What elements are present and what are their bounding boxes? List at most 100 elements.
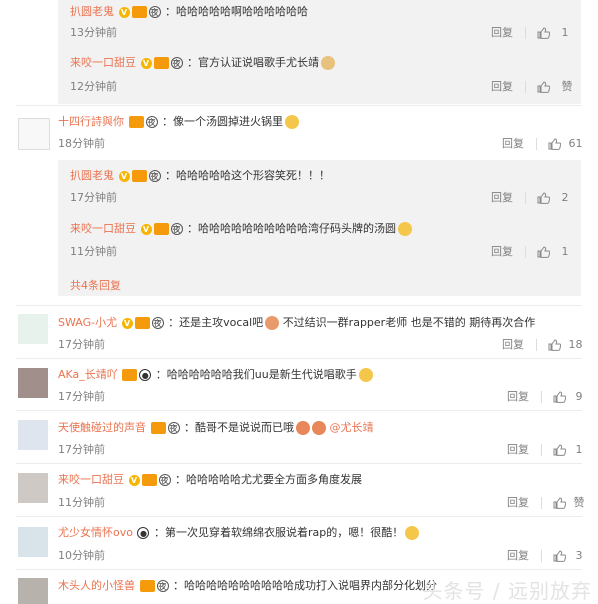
reply-button[interactable]: 回复 [491, 191, 513, 205]
thumb-up-icon [553, 444, 566, 456]
cute-emoji-icon [358, 368, 373, 382]
fan-badge-icon [153, 57, 169, 69]
night-badge-icon: 夜 [156, 580, 169, 592]
fan-badge-icon [150, 422, 166, 434]
verified-icon: V [140, 224, 152, 235]
night-badge-icon: 夜 [158, 474, 171, 486]
comment-text-cont: 不过结识一群rapper老师 也是不错的 期待再次合作 [282, 316, 536, 329]
username[interactable]: AKa_长靖吖 [58, 368, 118, 381]
verified-icon: V [121, 318, 133, 329]
username[interactable]: 扒圆老鬼 [70, 5, 114, 18]
thumb-up-icon [548, 339, 561, 351]
fan-badge-icon [134, 317, 150, 329]
like-button[interactable]: 1 [553, 443, 583, 457]
verified-icon: V [118, 171, 130, 182]
comment-line: 来咬一口甜豆 V 夜 ：哈哈哈哈哈尤尤要全方面多角度发展 [58, 472, 362, 488]
avatar[interactable] [18, 578, 48, 604]
like-count: 1 [561, 26, 569, 39]
reply-button[interactable]: 回复 [491, 80, 513, 94]
mention-link[interactable]: @尤长靖 [330, 421, 374, 434]
divider [16, 305, 582, 306]
thumb-up-icon [553, 550, 566, 562]
reply-button[interactable]: 回复 [507, 496, 529, 510]
fan-badge-icon [153, 223, 169, 235]
username[interactable]: 木头人的小怪兽 [58, 579, 135, 592]
username[interactable]: SWAG-小尤 [58, 316, 117, 329]
reply-line: 来咬一口甜豆 V 夜 ：官方认证说唱歌手尤长靖 [70, 55, 335, 71]
reply-button[interactable]: 回复 [507, 549, 529, 563]
like-button[interactable]: 9 [553, 390, 583, 404]
like-button[interactable]: 2 [537, 191, 569, 205]
reply-text: ：哈哈哈哈哈这个形容笑死！！！ [165, 169, 330, 182]
like-count: 61 [568, 137, 583, 150]
username[interactable]: 天使触碰过的声音 [58, 421, 146, 434]
fan-badge-icon [141, 474, 157, 486]
reply-button[interactable]: 回复 [491, 26, 513, 40]
comment-text: ：哈哈哈哈哈尤尤要全方面多角度发展 [175, 473, 362, 486]
like-button[interactable]: 18 [548, 338, 583, 352]
reply-line: 来咬一口甜豆 V 夜 ：哈哈哈哈哈哈哈哈哈哈湾仔码头牌的汤圆 [70, 221, 412, 237]
divider [16, 569, 582, 570]
fan-badge-icon [122, 369, 138, 381]
avatar[interactable] [18, 118, 50, 150]
reply-button[interactable]: 回复 [507, 443, 529, 457]
reply-text: ：官方认证说唱歌手尤长靖 [187, 56, 319, 69]
divider [541, 497, 542, 509]
night-badge-icon: 夜 [170, 57, 183, 69]
like-button[interactable]: 1 [537, 26, 569, 40]
like-count: 1 [575, 443, 583, 456]
like-count: 9 [575, 390, 583, 403]
avatar[interactable] [18, 527, 48, 557]
comment-text: ：哈哈哈哈哈哈哈哈哈哈成功打入说唱界内部分化划分 [173, 579, 437, 592]
comment-line: SWAG-小尤 V 夜 ：还是主攻vocal吧 不过结识一群rapper老师 也是… [58, 315, 535, 331]
reply-button[interactable]: 回复 [491, 245, 513, 259]
night-badge-icon: 夜 [148, 170, 161, 182]
like-button[interactable]: 3 [553, 549, 583, 563]
comment-text: ：哈哈哈哈哈哈我们uu是新生代说唱歌手 [155, 368, 357, 381]
timestamp: 17分钟前 [58, 390, 105, 403]
thumb-up-icon [553, 391, 566, 403]
avatar[interactable] [18, 314, 48, 344]
sticker-icon [312, 421, 326, 435]
like-button[interactable]: 赞 [537, 80, 573, 94]
more-replies-link[interactable]: 共4条回复 [70, 277, 121, 293]
reply-button[interactable]: 回复 [507, 390, 529, 404]
divider [525, 246, 526, 258]
night-badge-icon: 夜 [167, 422, 180, 434]
fan-badge-icon [131, 6, 147, 18]
username[interactable]: 来咬一口甜豆 [70, 56, 136, 69]
like-count: 赞 [561, 80, 573, 93]
divider [16, 516, 582, 517]
panda-icon: ● [137, 527, 150, 539]
like-button[interactable]: 61 [548, 137, 583, 151]
avatar[interactable] [18, 420, 48, 450]
username[interactable]: 来咬一口甜豆 [70, 222, 136, 235]
username[interactable]: 十四行詩與你 [58, 115, 124, 128]
divider [541, 444, 542, 456]
timestamp: 17分钟前 [70, 191, 117, 204]
panda-icon: ● [139, 369, 152, 381]
timestamp: 18分钟前 [58, 137, 105, 150]
reply-line: 扒圆老鬼 V 夜 ：哈哈哈哈哈这个形容笑死！！！ [70, 168, 330, 184]
like-count: 赞 [573, 496, 585, 509]
divider [536, 339, 537, 351]
username[interactable]: 来咬一口甜豆 [58, 473, 124, 486]
reply-button[interactable]: 回复 [502, 338, 524, 352]
divider [16, 105, 582, 106]
reply-line: 扒圆老鬼 V 夜 ：哈哈哈哈哈啊哈哈哈哈哈哈 [70, 4, 308, 20]
fan-badge-icon [139, 580, 155, 592]
reply-button[interactable]: 回复 [502, 137, 524, 151]
avatar[interactable] [18, 368, 48, 398]
divider [541, 391, 542, 403]
verified-icon: V [118, 7, 130, 18]
like-button[interactable]: 1 [537, 245, 569, 259]
username[interactable]: 尤少女情怀ovo [58, 526, 133, 539]
thumb-up-icon [537, 192, 550, 204]
username[interactable]: 扒圆老鬼 [70, 169, 114, 182]
like-button[interactable]: 赞 [553, 496, 585, 510]
reply-text: ：哈哈哈哈哈哈哈哈哈哈湾仔码头牌的汤圆 [187, 222, 396, 235]
fan-badge-icon [128, 116, 144, 128]
watermark: 头条号 / 远别放弃 [422, 579, 592, 603]
avatar[interactable] [18, 473, 48, 503]
thumb-up-icon [537, 27, 550, 39]
